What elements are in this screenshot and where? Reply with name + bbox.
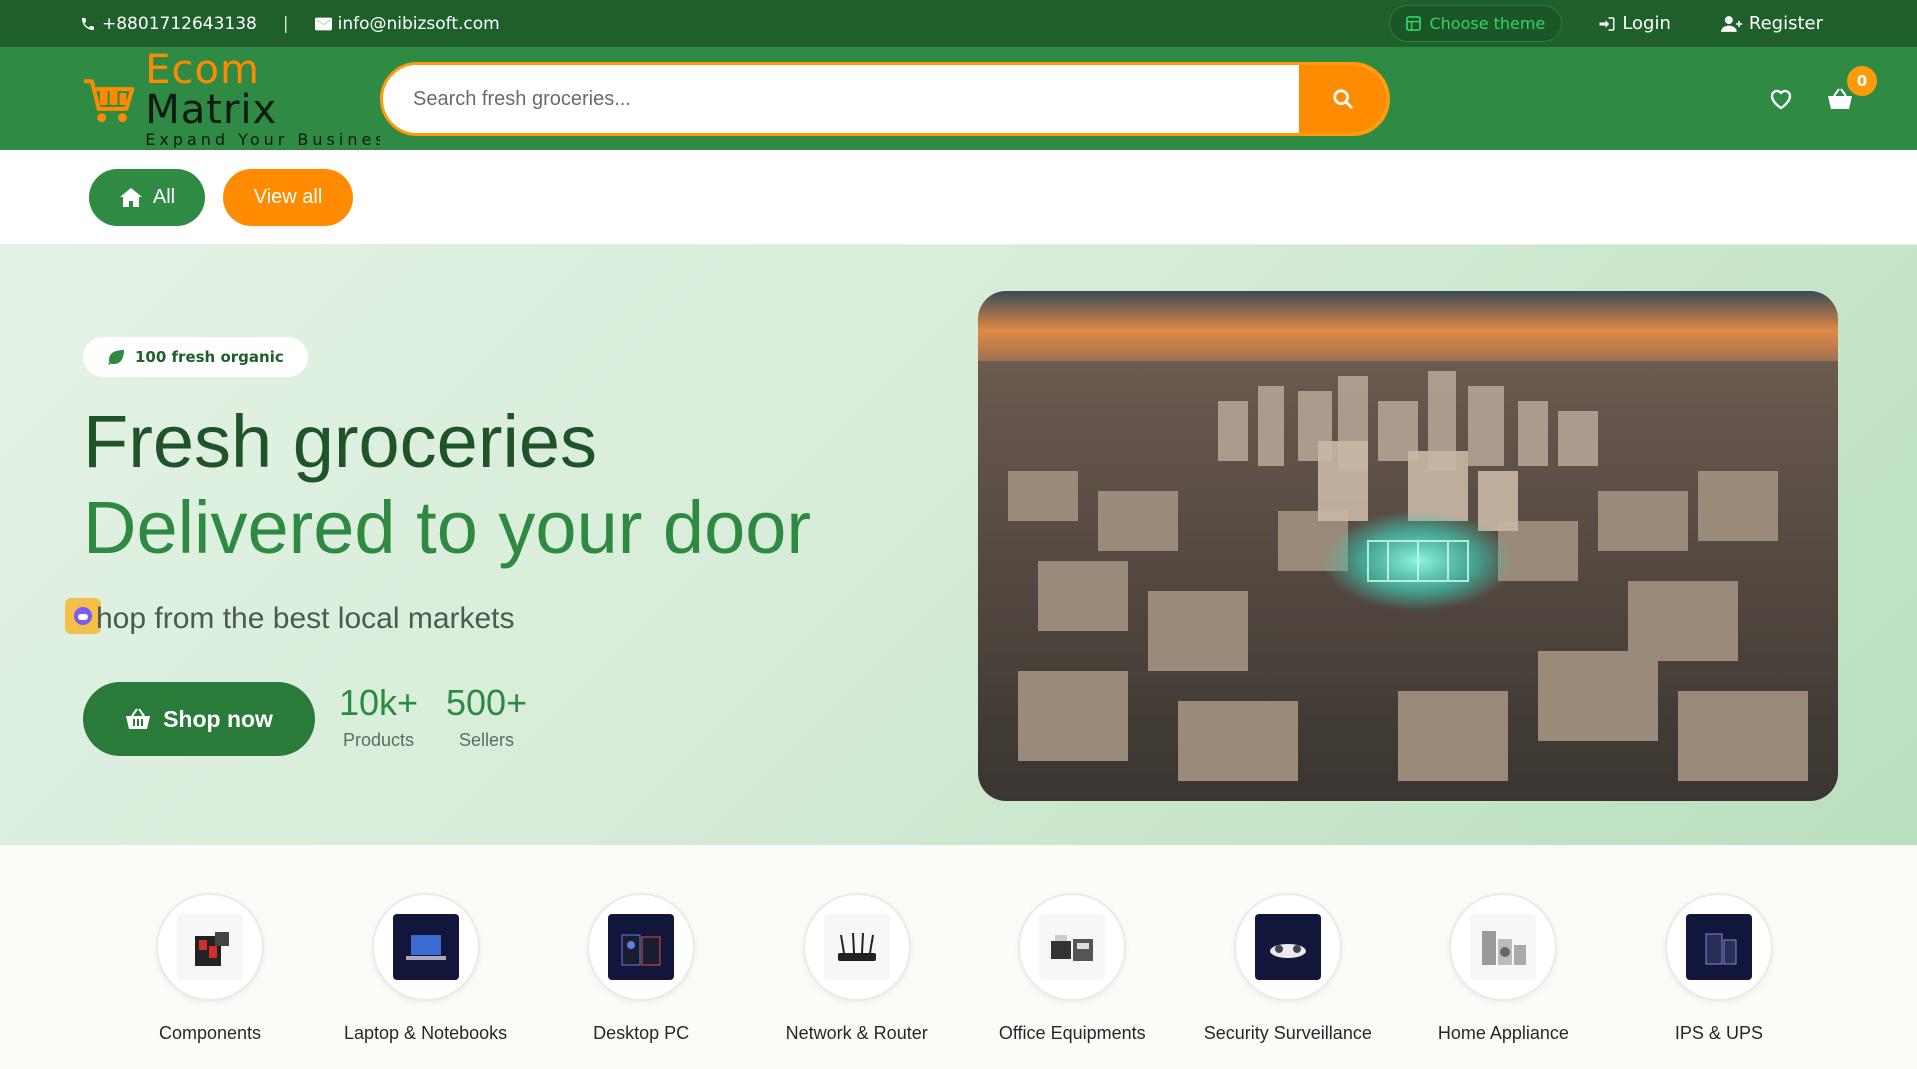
brand-matrix: Matrix [145,86,278,133]
laptop-icon [392,914,459,980]
phone-icon [82,17,94,30]
envelope-icon [314,17,332,30]
category-list: Components Laptop & Notebooks Desktop PC… [0,845,1917,1069]
grid-icon [1406,16,1422,31]
all-pill-label: All [152,185,176,208]
wishlist-button[interactable] [1769,88,1793,110]
sign-in-icon [1599,16,1615,31]
category-label: IPS & UPS [1674,1023,1763,1043]
stat-value: 10k+ [339,682,419,723]
header-icons: 0 [1769,47,1877,150]
home-appliance-icon [1470,914,1537,980]
contact-separator: | [282,13,289,34]
hero-title-line1: Fresh groceries [83,400,598,483]
computer-components-icon [177,914,243,980]
category-desktop-pc[interactable]: Desktop PC [541,893,741,1069]
phone-contact[interactable]: +8801712643138 [80,14,257,34]
hero-city-image [978,291,1838,801]
category-laptop-notebooks[interactable]: Laptop & Notebooks [326,893,526,1069]
top-actions: Choose theme Login Register [1389,5,1837,42]
choose-theme-label: Choose theme [1429,14,1546,33]
site-logo[interactable]: Ecom Matrix Expand Your Business [82,50,402,148]
shop-now-label: Shop now [163,705,273,732]
search-button[interactable] [1299,65,1387,133]
login-label: Login [1622,13,1671,34]
phone-number: +8801712643138 [102,13,257,34]
category-label: Home Appliance [1437,1023,1569,1043]
desktop-pc-icon [608,914,675,980]
login-link[interactable]: Login [1584,13,1685,34]
category-pill-bar: All View all [0,150,1917,245]
category-home-appliance[interactable]: Home Appliance [1403,893,1603,1069]
category-office-equipments[interactable]: Office Equipments [972,893,1172,1069]
basket-icon [1828,87,1852,109]
hero-subtitle: hop from the best local markets [96,602,515,635]
category-thumb-circle [1664,893,1773,1001]
category-label: Security Surveillance [1203,1023,1372,1043]
category-label: Components [158,1023,262,1043]
heart-icon [1770,89,1792,109]
category-components[interactable]: Components [110,893,310,1069]
security-camera-icon [1254,914,1321,980]
user-plus-icon [1720,15,1743,32]
main-header: Ecom Matrix Expand Your Business 0 [0,47,1917,150]
top-bar: +8801712643138 | info@nibizsoft.com Choo… [0,0,1917,47]
choose-theme-button[interactable]: Choose theme [1389,5,1563,42]
category-thumb-circle [156,893,264,1001]
brand-wordmark: Ecom Matrix Expand Your Business [145,50,402,148]
brand-tagline: Expand Your Business [145,131,381,148]
home-icon [119,187,142,207]
contact-info: +8801712643138 | info@nibizsoft.com [80,14,500,34]
view-all-label: View all [253,185,323,208]
email-address: info@nibizsoft.com [337,13,500,34]
category-thumb-circle [1018,893,1127,1001]
register-link[interactable]: Register [1707,13,1837,34]
hero-title-line2: Delivered to your door [83,486,812,569]
category-thumb-circle [371,893,480,1001]
stat-sellers: 500+ Sellers [446,682,527,751]
router-icon [823,914,890,980]
organic-badge: 100 fresh organic [83,337,308,377]
basket-icon [126,708,151,729]
category-label: Laptop & Notebooks [344,1023,508,1043]
leaf-icon [108,350,124,365]
category-ips-ups[interactable]: IPS & UPS [1619,893,1819,1069]
hero-section: 100 fresh organic Fresh groceries Delive… [0,245,1917,845]
stat-value: 500+ [446,682,528,723]
category-thumb-circle [587,893,696,1001]
search-input[interactable] [383,65,1299,133]
cart-button[interactable]: 0 [1827,65,1877,110]
bot-icon [74,607,92,625]
printer-icon [1039,914,1106,980]
search-icon [1333,89,1353,109]
category-thumb-circle [1233,893,1342,1001]
register-label: Register [1748,13,1823,34]
category-label: Network & Router [785,1023,928,1043]
view-all-pill[interactable]: View all [223,168,353,226]
search-bar [380,62,1390,136]
category-thumb-circle [1449,893,1558,1001]
email-contact[interactable]: info@nibizsoft.com [314,13,500,34]
stat-label: Products [343,730,415,750]
ups-icon [1685,914,1752,980]
aerial-city-illustration [978,291,1838,801]
stat-products: 10k+ Products [339,682,418,751]
category-network-router[interactable]: Network & Router [757,893,957,1069]
stat-label: Sellers [459,730,515,750]
cart-count-badge: 0 [1847,65,1877,96]
organic-badge-text: 100 fresh organic [135,348,284,366]
all-categories-pill[interactable]: All [89,168,205,226]
category-label: Desktop PC [593,1023,690,1043]
brand-name: Ecom Matrix [145,50,402,130]
category-thumb-circle [802,893,911,1001]
category-label: Office Equipments [998,1023,1146,1043]
category-security-surveillance[interactable]: Security Surveillance [1188,893,1388,1069]
shop-now-button[interactable]: Shop now [83,682,315,756]
shopping-cart-logo-icon [83,78,135,122]
